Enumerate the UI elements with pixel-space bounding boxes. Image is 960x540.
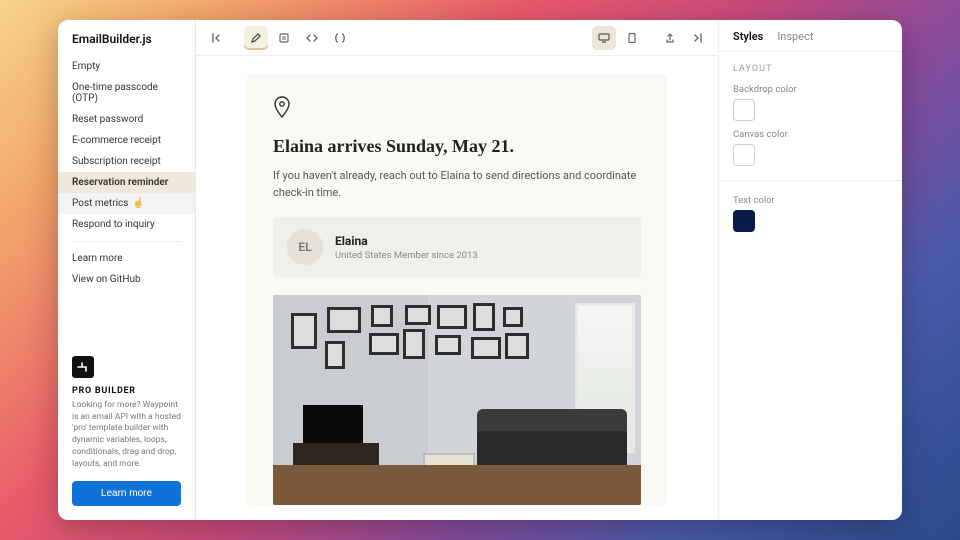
mode-edit-button[interactable] [244, 26, 268, 50]
edit-icon [250, 32, 262, 44]
brand-title: EmailBuilder.js [58, 20, 195, 56]
text-color-label: Text color [733, 195, 888, 206]
sidebar-template-post-metrics[interactable]: Post metrics ☝ [58, 193, 195, 214]
device-mobile-button[interactable] [620, 26, 644, 50]
json-code-icon [333, 32, 347, 44]
share-button[interactable] [658, 26, 682, 50]
app-shell: EmailBuilder.js Empty One-time passcode … [58, 20, 902, 520]
inspector-tabs: Styles Inspect [719, 20, 902, 52]
canvas-color-swatch[interactable] [733, 144, 755, 166]
tab-inspect[interactable]: Inspect [777, 30, 813, 43]
sidebar-template-respond-inquiry[interactable]: Respond to inquiry [58, 214, 195, 235]
sidebar-link-learn-more[interactable]: Learn more [58, 248, 195, 269]
inspector-panel: Styles Inspect LAYOUT Backdrop color Can… [718, 20, 902, 520]
guest-name: Elaina [335, 234, 478, 248]
inspector-body: LAYOUT Backdrop color Canvas color Text … [719, 52, 902, 244]
pro-title: PRO BUILDER [72, 386, 181, 396]
mode-switcher [244, 26, 352, 50]
map-pin-icon [273, 96, 641, 118]
collapse-sidebar-button[interactable] [204, 26, 228, 50]
cursor-hand-icon: ☝ [132, 198, 144, 209]
text-color-swatch[interactable] [733, 210, 755, 232]
sidebar-template-empty[interactable]: Empty [58, 56, 195, 77]
expand-panel-icon [692, 32, 704, 44]
toolbar [196, 20, 718, 56]
backdrop-color-label: Backdrop color [733, 84, 888, 95]
email-preview: Elaina arrives Sunday, May 21. If you ha… [247, 74, 667, 505]
canvas[interactable]: Elaina arrives Sunday, May 21. If you ha… [196, 56, 718, 520]
divider [719, 180, 902, 181]
sidebar-links: Learn more View on GitHub [58, 248, 195, 290]
pro-builder-promo: PRO BUILDER Looking for more? Waypoint i… [58, 346, 195, 520]
device-desktop-button[interactable] [592, 26, 616, 50]
email-body: If you haven't already, reach out to Ela… [273, 167, 641, 201]
collapse-panel-icon [210, 32, 222, 44]
preview-icon [278, 32, 290, 44]
email-headline: Elaina arrives Sunday, May 21. [273, 136, 641, 157]
waypoint-logo-icon [72, 356, 94, 378]
guest-meta: United States Member since 2013 [335, 250, 478, 261]
tab-styles[interactable]: Styles [733, 30, 763, 43]
guest-card: EL Elaina United States Member since 201… [273, 217, 641, 277]
mode-preview-button[interactable] [272, 26, 296, 50]
sidebar-template-ecommerce-receipt[interactable]: E-commerce receipt [58, 130, 195, 151]
share-icon [664, 32, 676, 44]
mode-json-button[interactable] [328, 26, 352, 50]
mobile-icon [627, 32, 637, 44]
expand-inspector-button[interactable] [686, 26, 710, 50]
main-column: Elaina arrives Sunday, May 21. If you ha… [196, 20, 718, 520]
device-switcher [592, 26, 644, 50]
pro-copy: Looking for more? Waypoint is an email A… [72, 400, 181, 471]
mode-html-button[interactable] [300, 26, 324, 50]
section-layout-label: LAYOUT [733, 64, 888, 74]
sidebar-template-reset-password[interactable]: Reset password [58, 109, 195, 130]
sidebar-template-reservation-reminder[interactable]: Reservation reminder [58, 172, 195, 193]
sidebar: EmailBuilder.js Empty One-time passcode … [58, 20, 196, 520]
html-code-icon [305, 32, 319, 44]
desktop-icon [597, 32, 611, 44]
sidebar-template-otp[interactable]: One-time passcode (OTP) [58, 77, 195, 109]
canvas-color-label: Canvas color [733, 129, 888, 140]
listing-photo [273, 295, 641, 505]
guest-avatar: EL [287, 229, 323, 265]
sidebar-template-subscription-receipt[interactable]: Subscription receipt [58, 151, 195, 172]
sidebar-link-github[interactable]: View on GitHub [58, 269, 195, 290]
divider [72, 241, 181, 242]
template-list: Empty One-time passcode (OTP) Reset pass… [58, 56, 195, 235]
pro-learn-more-button[interactable]: Learn more [72, 481, 181, 506]
backdrop-color-swatch[interactable] [733, 99, 755, 121]
